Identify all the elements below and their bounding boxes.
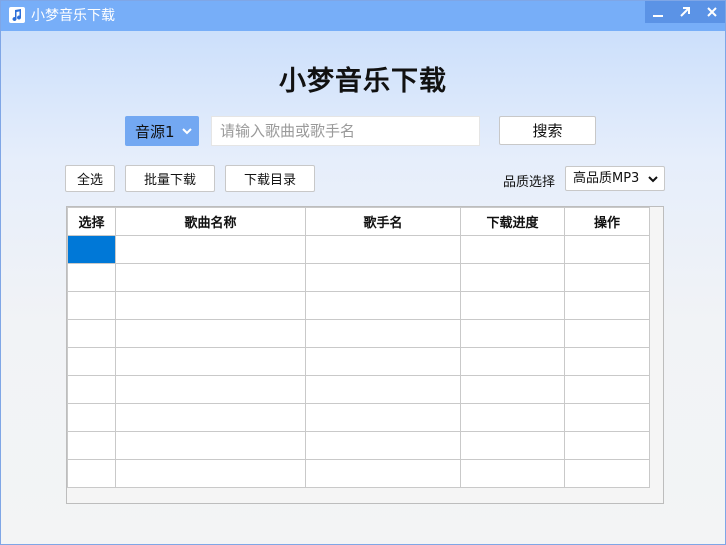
table-cell[interactable] — [460, 375, 565, 404]
table-cell[interactable] — [115, 459, 306, 488]
table-cell[interactable] — [460, 291, 565, 320]
column-header-select[interactable]: 选择 — [67, 207, 116, 236]
table-cell[interactable] — [564, 403, 650, 432]
search-input[interactable] — [211, 116, 480, 146]
close-icon — [707, 7, 717, 17]
table-cell[interactable] — [115, 347, 306, 376]
table-row[interactable] — [67, 459, 650, 488]
table-cell[interactable] — [67, 375, 116, 404]
table-cell[interactable] — [564, 459, 650, 488]
table-row[interactable] — [67, 431, 650, 460]
table-cell[interactable] — [305, 319, 461, 348]
table-row[interactable] — [67, 375, 650, 404]
download-directory-button[interactable]: 下载目录 — [225, 165, 315, 192]
table-cell[interactable] — [460, 431, 565, 460]
music-note-icon — [9, 7, 25, 23]
batch-download-button[interactable]: 批量下载 — [125, 165, 215, 192]
table-cell[interactable] — [564, 263, 650, 292]
table-cell[interactable] — [305, 263, 461, 292]
window-title: 小梦音乐下载 — [31, 8, 115, 24]
table-row[interactable] — [67, 403, 650, 432]
table-cell[interactable] — [460, 347, 565, 376]
title-bar[interactable]: 小梦音乐下载 — [1, 1, 725, 31]
table-cell[interactable] — [67, 235, 116, 264]
select-all-button[interactable]: 全选 — [65, 165, 115, 192]
table-cell[interactable] — [115, 403, 306, 432]
results-table: 选择 歌曲名称 歌手名 下载进度 操作 — [67, 207, 650, 488]
table-cell[interactable] — [115, 235, 306, 264]
table-cell[interactable] — [564, 291, 650, 320]
table-cell[interactable] — [115, 291, 306, 320]
table-cell[interactable] — [67, 431, 116, 460]
table-body — [67, 235, 650, 488]
table-row[interactable] — [67, 235, 650, 264]
table-cell[interactable] — [564, 431, 650, 460]
chevron-down-icon — [648, 176, 658, 183]
column-header-song-name[interactable]: 歌曲名称 — [115, 207, 306, 236]
minimize-button[interactable] — [645, 1, 671, 23]
maximize-icon — [680, 7, 690, 17]
table-cell[interactable] — [305, 403, 461, 432]
table-row[interactable] — [67, 263, 650, 292]
column-header-progress[interactable]: 下载进度 — [460, 207, 565, 236]
table-cell[interactable] — [115, 431, 306, 460]
results-table-container: 选择 歌曲名称 歌手名 下载进度 操作 — [66, 206, 664, 504]
source-select-value: 音源1 — [135, 122, 175, 141]
chevron-down-icon — [182, 128, 192, 135]
table-cell[interactable] — [460, 319, 565, 348]
table-header-row: 选择 歌曲名称 歌手名 下载进度 操作 — [67, 207, 650, 236]
table-row[interactable] — [67, 347, 650, 376]
table-cell[interactable] — [67, 291, 116, 320]
table-cell[interactable] — [67, 459, 116, 488]
table-cell[interactable] — [305, 347, 461, 376]
column-header-artist[interactable]: 歌手名 — [305, 207, 461, 236]
table-cell[interactable] — [460, 403, 565, 432]
table-cell[interactable] — [115, 375, 306, 404]
minimize-icon — [653, 15, 663, 17]
table-cell[interactable] — [564, 347, 650, 376]
window-controls — [645, 1, 725, 23]
app-window: 小梦音乐下载 小梦音乐下载 音源1 搜 — [0, 0, 726, 545]
table-cell[interactable] — [67, 347, 116, 376]
table-row[interactable] — [67, 291, 650, 320]
source-select[interactable]: 音源1 — [125, 116, 199, 146]
quality-select-value: 高品质MP3 — [573, 171, 640, 186]
table-cell[interactable] — [67, 319, 116, 348]
search-button[interactable]: 搜索 — [499, 116, 596, 145]
table-cell[interactable] — [305, 459, 461, 488]
table-row[interactable] — [67, 319, 650, 348]
column-header-action[interactable]: 操作 — [564, 207, 650, 236]
table-cell[interactable] — [305, 431, 461, 460]
table-cell[interactable] — [305, 375, 461, 404]
table-cell[interactable] — [67, 403, 116, 432]
page-title: 小梦音乐下载 — [279, 66, 447, 97]
table-cell[interactable] — [564, 319, 650, 348]
maximize-button[interactable] — [672, 1, 698, 23]
close-button[interactable] — [699, 1, 725, 23]
table-cell[interactable] — [115, 319, 306, 348]
table-cell[interactable] — [564, 375, 650, 404]
table-cell[interactable] — [460, 459, 565, 488]
table-cell[interactable] — [305, 235, 461, 264]
table-cell[interactable] — [460, 235, 565, 264]
table-cell[interactable] — [460, 263, 565, 292]
table-cell[interactable] — [564, 235, 650, 264]
quality-label: 品质选择 — [503, 175, 556, 190]
table-cell[interactable] — [305, 291, 461, 320]
quality-select[interactable]: 高品质MP3 — [565, 166, 665, 191]
table-cell[interactable] — [67, 263, 116, 292]
table-cell[interactable] — [115, 263, 306, 292]
